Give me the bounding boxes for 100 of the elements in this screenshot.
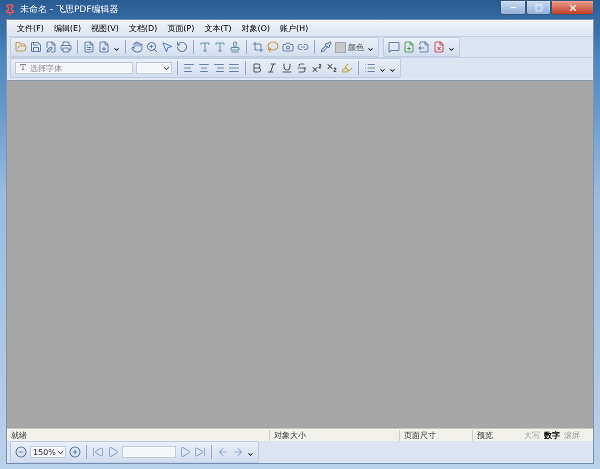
zoom-icon [146,41,158,53]
text-add-icon [214,41,226,53]
caret-icon [448,46,455,53]
camera-icon [282,41,294,53]
superscript-button[interactable] [311,62,323,74]
caret-icon [367,46,374,53]
folder-icon [15,41,27,53]
caret-icon [113,46,120,53]
link-icon [297,41,309,53]
highlighter-icon [341,62,353,74]
close-button[interactable] [551,0,594,15]
camera-button[interactable] [282,41,294,53]
rotate-button[interactable] [176,41,188,53]
zoom-field[interactable]: 150% [30,446,66,458]
key-indicator: 滚屏 [563,430,581,440]
printer-button[interactable] [60,41,72,53]
window-title: 未命名 - 飞思PDF编辑器 [20,4,120,16]
align-center-icon [198,62,210,74]
last-page-icon [194,446,206,458]
zoom-out-icon [15,446,27,458]
lasso-button[interactable] [267,41,279,53]
page-edit-button[interactable] [45,41,57,53]
font-icon [19,63,27,73]
menu-item[interactable]: 文本(T) [200,22,236,34]
strikethrough-icon [296,62,308,74]
align-justify-icon [228,62,240,74]
page-icon [83,41,95,53]
crop-icon [252,41,264,53]
comment-icon [388,41,400,53]
page-delete-icon [433,41,445,53]
page-size-label: 页面尺寸 [399,430,472,440]
align-justify-button[interactable] [228,62,240,74]
italic-button[interactable] [266,62,278,74]
comment-button[interactable] [388,41,400,53]
align-left-button[interactable] [183,62,195,74]
rotate-icon [176,41,188,53]
strikethrough-button[interactable] [296,62,308,74]
italic-icon [266,62,278,74]
color-swatch-icon [335,42,346,52]
page-button[interactable] [83,41,95,53]
object-size-label: 对象大小 [269,430,399,440]
align-center-button[interactable] [198,62,210,74]
minimize-button[interactable] [500,0,526,15]
text-add-button[interactable] [214,41,226,53]
text-button[interactable] [199,41,211,53]
zoom-in-icon [69,446,81,458]
zoom-in-button[interactable] [69,446,81,458]
printer-icon [60,41,72,53]
key-indicator: 大写 [523,430,541,440]
pipette-icon [320,41,332,53]
menu-item[interactable]: 编辑(E) [50,22,86,34]
status-message: 就绪 [10,430,28,440]
pipette-button[interactable] [320,41,332,53]
menu-item[interactable]: 账户(H) [276,22,312,34]
maximize-button[interactable] [526,0,551,15]
font-size-field[interactable] [136,62,172,74]
underline-button[interactable] [281,62,293,74]
superscript-icon [311,62,323,74]
menu-item[interactable]: 文档(D) [124,22,162,34]
close-icon [568,2,578,12]
bold-icon [251,62,263,74]
previous-page-icon [107,446,119,458]
folder-button[interactable] [15,41,27,53]
hand-icon [131,41,143,53]
pointer-icon [161,41,173,53]
menu-item[interactable]: 视图(V) [87,22,123,34]
stamp-icon [229,41,241,53]
stamp-button[interactable] [229,41,241,53]
align-right-button[interactable] [213,62,225,74]
page-insert-button[interactable] [98,41,110,53]
menu-item[interactable]: 页面(P) [163,22,198,34]
color-button[interactable]: 颜色 [335,42,364,52]
subscript-button[interactable] [326,62,338,74]
first-page-icon [92,446,104,458]
page-insert-icon [98,41,110,53]
save-button[interactable] [30,41,42,53]
menu-item[interactable]: 对象(O) [237,22,274,34]
page-delete-button[interactable] [433,41,445,53]
zoom-button[interactable] [146,41,158,53]
align-right-icon [213,62,225,74]
subscript-icon [326,62,338,74]
page-add-button[interactable] [403,41,415,53]
crop-button[interactable] [252,41,264,53]
preview-label: 预览 [472,430,522,440]
link-button[interactable] [297,41,309,53]
underline-icon [281,62,293,74]
menu-item[interactable]: 文件(F) [13,22,48,34]
page-export-icon [418,41,430,53]
caret-icon [247,451,254,458]
page-export-button[interactable] [418,41,430,53]
key-indicator: 数字 [543,430,561,440]
bold-button[interactable] [251,62,263,74]
hand-button[interactable] [131,41,143,53]
save-icon [30,41,42,53]
page-edit-icon [45,41,57,53]
pointer-button[interactable] [161,41,173,53]
page-number-field[interactable] [122,446,176,458]
align-left-icon [183,62,195,74]
back-icon [217,446,229,458]
zoom-out-button[interactable] [15,446,27,458]
